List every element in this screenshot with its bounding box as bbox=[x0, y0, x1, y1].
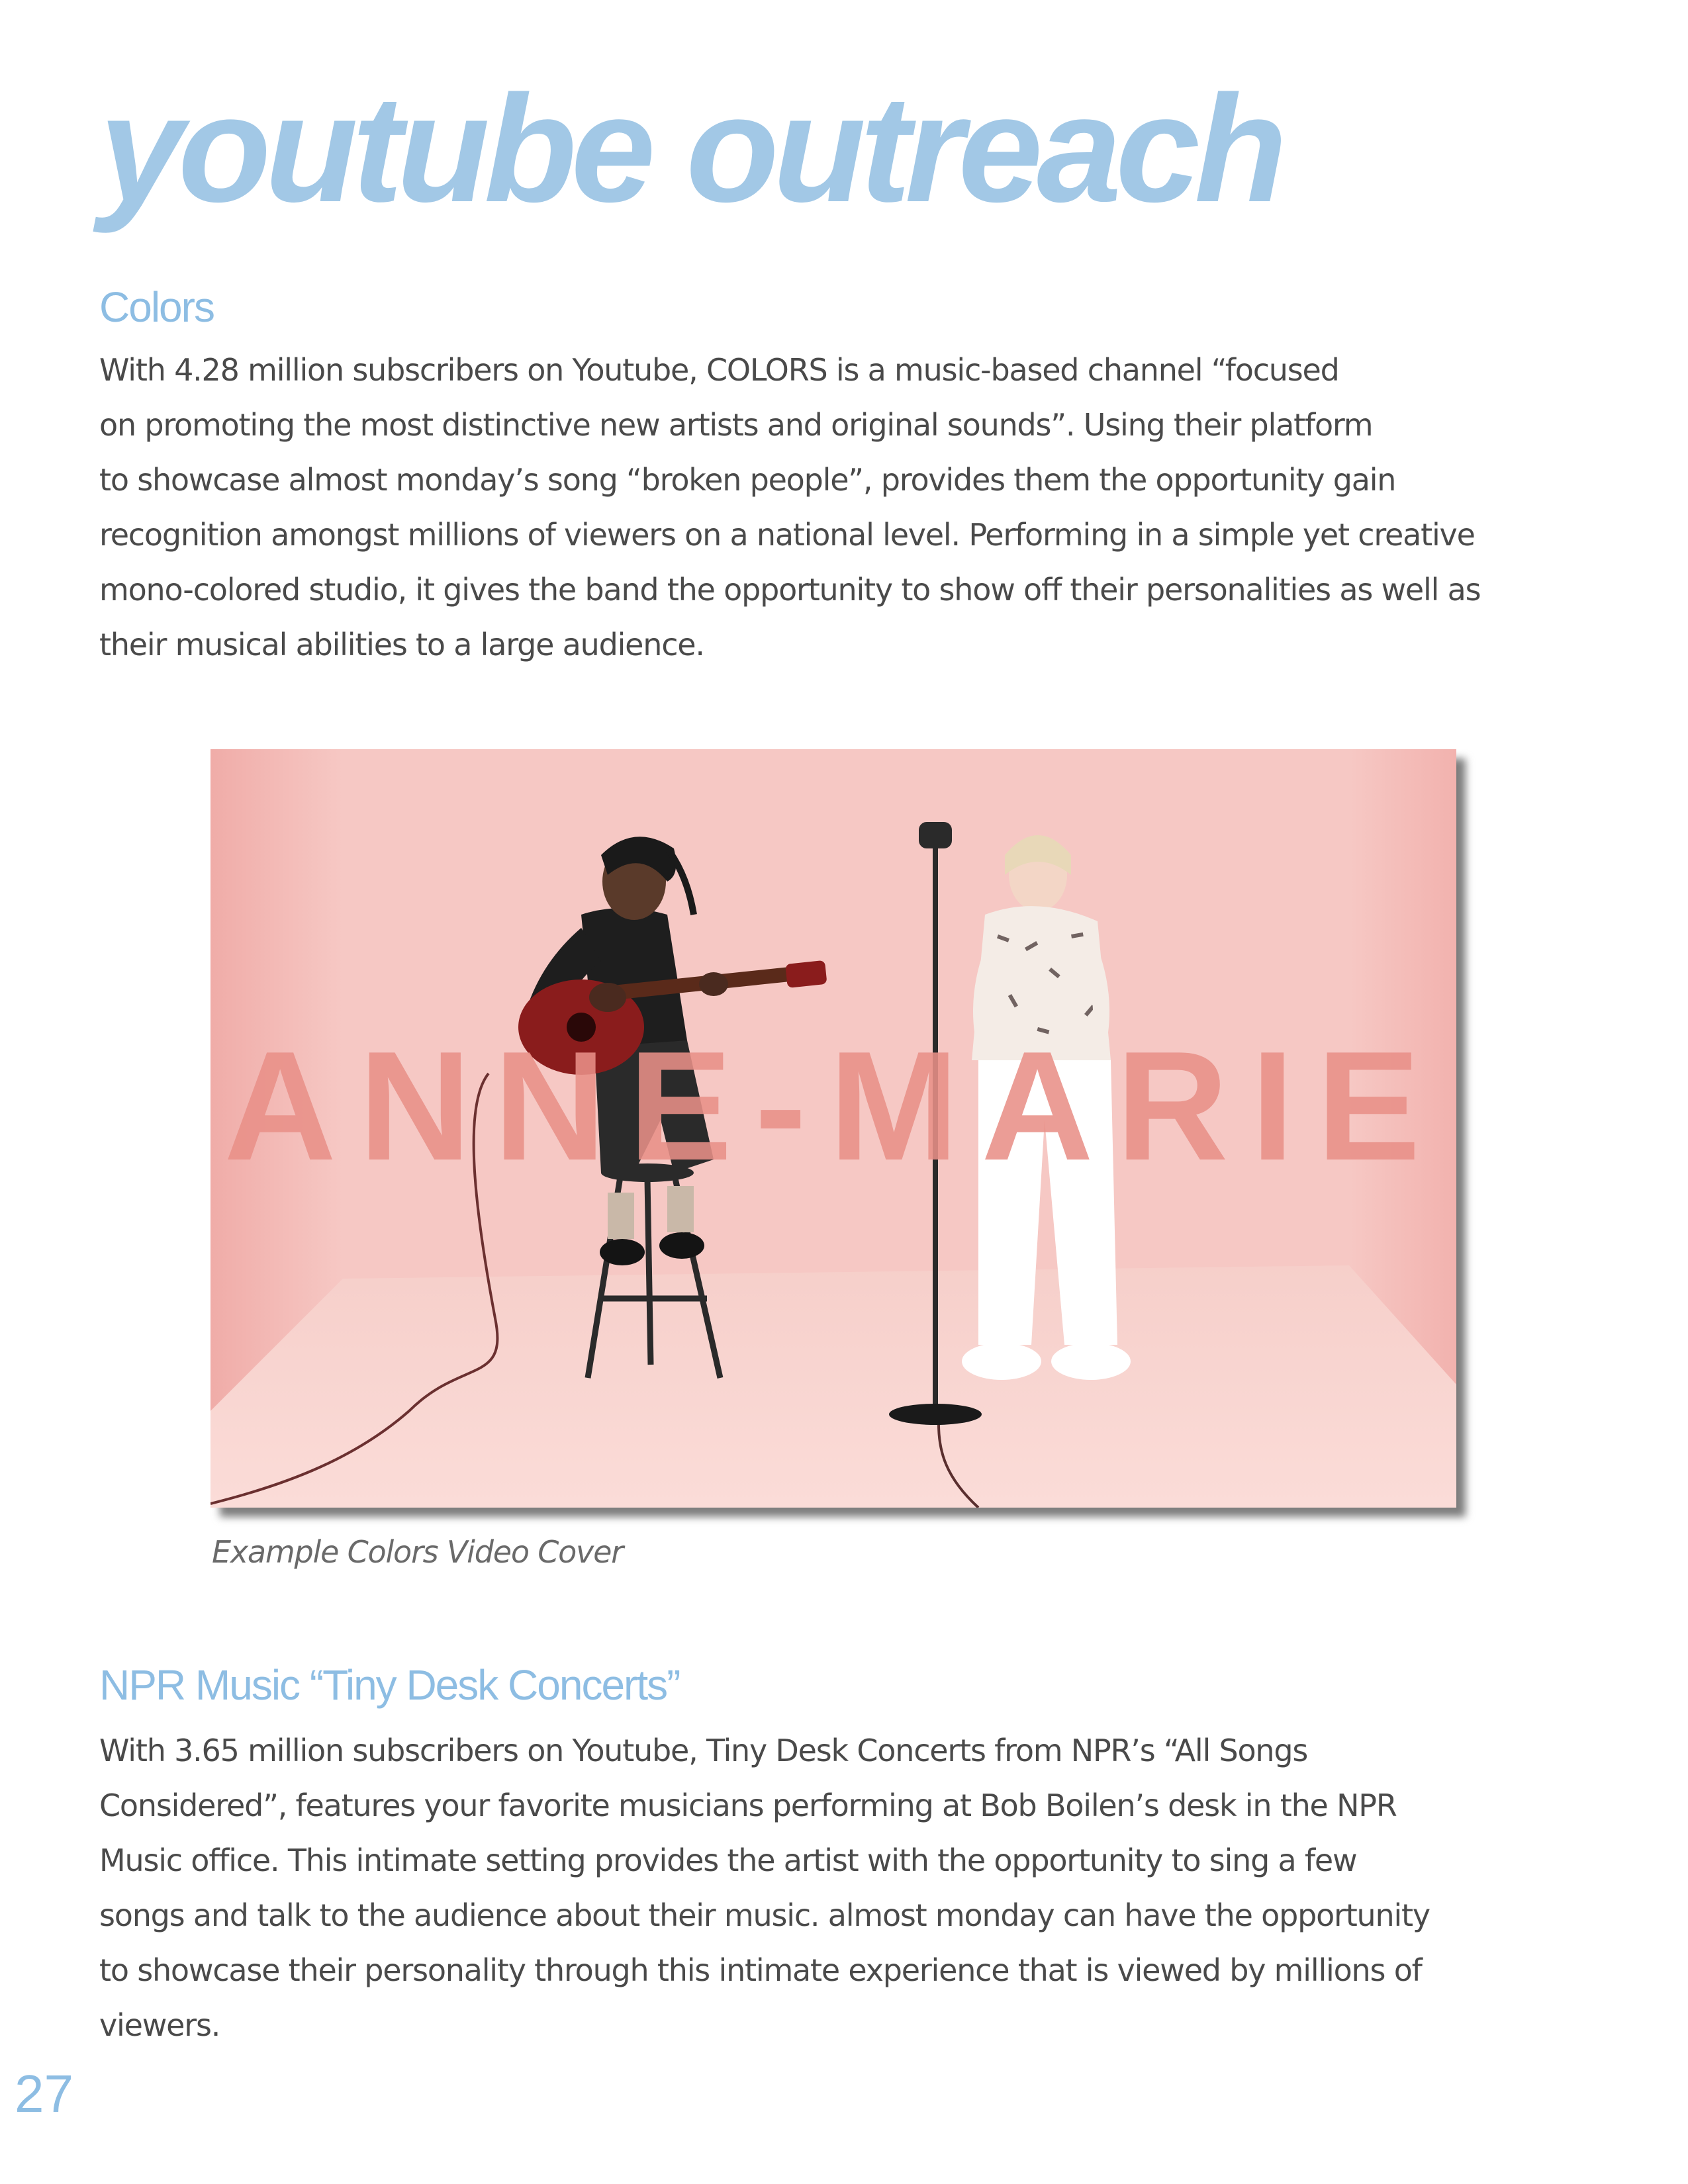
video-cover-caption: Example Colors Video Cover bbox=[212, 1534, 624, 1570]
colors-line-5: mono-colored studio, it gives the band t… bbox=[99, 572, 1481, 608]
colors-line-6: their musical abilities to a large audie… bbox=[99, 627, 705, 662]
npr-line-3: Music office. This intimate setting prov… bbox=[99, 1843, 1358, 1878]
npr-line-1: With 3.65 million subscribers on Youtube… bbox=[99, 1733, 1308, 1768]
colors-line-4: recognition amongst millions of viewers … bbox=[99, 517, 1476, 553]
page-number: 27 bbox=[15, 2064, 73, 2123]
npr-line-6: viewers. bbox=[99, 2007, 220, 2043]
colors-line-2: on promoting the most distinctive new ar… bbox=[99, 407, 1374, 443]
colors-line-3: to showcase almost monday’s song “broken… bbox=[99, 462, 1396, 498]
colors-body: With 4.28 million subscribers on Youtube… bbox=[99, 343, 1595, 672]
npr-line-4: songs and talk to the audience about the… bbox=[99, 1897, 1430, 1933]
colors-heading: Colors bbox=[99, 283, 215, 331]
colors-line-1: With 4.28 million subscribers on Youtube… bbox=[99, 352, 1340, 388]
video-cover-image: ANNE-MARIE bbox=[211, 749, 1456, 1508]
npr-line-2: Considered”, features your favorite musi… bbox=[99, 1788, 1397, 1823]
npr-body: With 3.65 million subscribers on Youtube… bbox=[99, 1723, 1595, 2053]
npr-line-5: to showcase their personality through th… bbox=[99, 1952, 1423, 1988]
page-title: youtube outreach bbox=[99, 64, 1288, 234]
video-overlay-title: ANNE-MARIE bbox=[224, 1019, 1442, 1193]
npr-heading: NPR Music “Tiny Desk Concerts” bbox=[99, 1661, 680, 1709]
video-cover-illustration: ANNE-MARIE bbox=[211, 749, 1456, 1508]
